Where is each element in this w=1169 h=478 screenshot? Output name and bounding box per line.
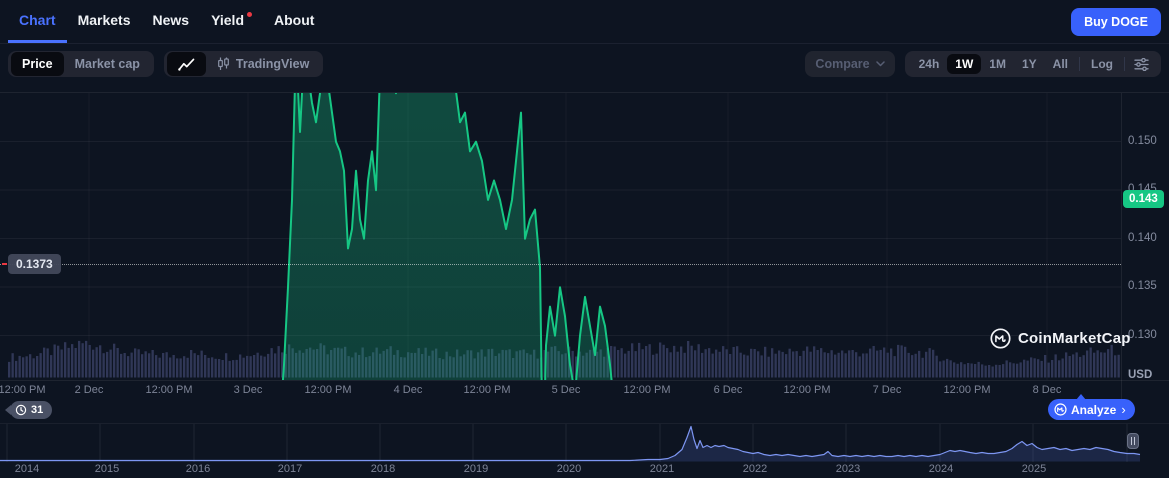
x-axis-separator [0, 380, 1169, 381]
price-chart-plot[interactable] [0, 93, 1121, 380]
range-1w[interactable]: 1W [947, 54, 981, 74]
x-axis-tick-label: 5 Dec [552, 384, 581, 396]
range-all[interactable]: All [1045, 54, 1076, 74]
divider [1124, 57, 1125, 71]
compare-label: Compare [815, 57, 869, 71]
range-1m[interactable]: 1M [981, 54, 1014, 74]
nav-tab-news[interactable]: News [141, 0, 200, 43]
x-axis-tick-label: 12:00 PM [304, 384, 351, 396]
candlestick-icon [217, 57, 230, 71]
tab-price[interactable]: Price [11, 52, 64, 76]
y-axis-tick-label: 0.135 [1128, 280, 1157, 292]
nav-tab-label: Chart [19, 12, 56, 28]
x-axis-tick-label: 12:00 PM [145, 384, 192, 396]
x-axis-tick-label: 3 Dec [234, 384, 263, 396]
nav-tab-label: News [152, 12, 189, 28]
line-chart-type-button[interactable] [167, 52, 206, 76]
divider [1079, 57, 1080, 71]
x-axis-tick-label: 7 Dec [873, 384, 902, 396]
log-scale-button[interactable]: Log [1083, 54, 1121, 74]
x-axis-tick-label: 4 Dec [394, 384, 423, 396]
range-1y[interactable]: 1Y [1014, 54, 1045, 74]
nav-tab-label: Markets [78, 12, 131, 28]
top-nav: Chart Markets News Yield About Buy DOGE [0, 0, 1169, 44]
baseline-dotted-line [0, 264, 1121, 265]
x-axis-tick-label: 2 Dec [75, 384, 104, 396]
coinmarketcap-chart-page: { "nav": { "items": [ {"label":"Chart","… [0, 0, 1169, 478]
x-axis-tick-label: 8 Dec [1033, 384, 1062, 396]
range-24h[interactable]: 24h [911, 54, 948, 74]
timeline-year-label: 2022 [743, 463, 767, 475]
tradingview-label: TradingView [236, 57, 309, 71]
x-axis-tick-label: 12:00 PM [623, 384, 670, 396]
timeline-year-label: 2024 [929, 463, 953, 475]
chevron-right-icon: › [1121, 402, 1125, 417]
nav-tab-about[interactable]: About [263, 0, 325, 43]
new-feature-dot-icon [247, 12, 252, 17]
nav-tabs: Chart Markets News Yield About [8, 0, 325, 43]
x-axis-tick-label: 12:00 PM [943, 384, 990, 396]
timeline-year-label: 2018 [371, 463, 395, 475]
metric-toggle: Price Market cap [8, 51, 154, 77]
baseline-price-label: 0.1373 [8, 254, 61, 274]
timeline-year-label: 2019 [464, 463, 488, 475]
coinmarketcap-logo-icon [990, 328, 1011, 349]
timeline-year-label: 2014 [15, 463, 39, 475]
tab-market-cap[interactable]: Market cap [64, 52, 151, 76]
watermark-text: CoinMarketCap [1018, 330, 1131, 347]
buy-doge-button[interactable]: Buy DOGE [1071, 8, 1161, 36]
timeline-year-label: 2016 [186, 463, 210, 475]
y-axis-tick-label: 0.130 [1128, 329, 1157, 341]
clock-history-icon [15, 404, 27, 416]
plot-top-border [0, 92, 1169, 93]
chart-settings-button[interactable] [1128, 58, 1155, 71]
nav-tab-chart[interactable]: Chart [8, 0, 67, 43]
compare-button[interactable]: Compare [805, 51, 894, 77]
timeline-scrub-handle[interactable] [1127, 433, 1139, 449]
analyze-label: Analyze [1071, 403, 1116, 417]
timeline-year-label: 2020 [557, 463, 581, 475]
watermark: CoinMarketCap [990, 328, 1131, 349]
history-count: 31 [31, 404, 43, 416]
currency-unit-label: USD [1128, 369, 1152, 381]
chart-toolbar: Price Market cap TradingView Compare [8, 51, 1161, 77]
line-chart-icon [178, 58, 195, 71]
range-selector: 24h1W1M1YAll Log [905, 51, 1161, 77]
nav-tab-markets[interactable]: Markets [67, 0, 142, 43]
y-axis-separator [1121, 93, 1122, 399]
timeline-year-label: 2023 [836, 463, 860, 475]
nav-tab-label: Yield [211, 12, 244, 28]
sliders-icon [1134, 58, 1149, 71]
timeline-scrubber[interactable] [0, 424, 1145, 462]
x-axis-tick-label: 12:00 PM [783, 384, 830, 396]
chart-type-toggle: TradingView [164, 51, 323, 77]
x-axis-tick-label: 12:00 PM [0, 384, 46, 396]
x-axis-tick-label: 12:00 PM [463, 384, 510, 396]
chevron-down-icon [876, 61, 885, 67]
history-count-badge[interactable]: 31 [10, 401, 52, 419]
y-axis-tick-label: 0.140 [1128, 232, 1157, 244]
current-price-badge: 0.143 [1123, 190, 1164, 208]
nav-tab-yield[interactable]: Yield [200, 0, 263, 43]
range-options: 24h1W1M1YAll [911, 54, 1076, 74]
tradingview-chart-type-button[interactable]: TradingView [206, 52, 320, 76]
nav-tab-label: About [274, 12, 314, 28]
timeline-year-label: 2017 [278, 463, 302, 475]
baseline-left-marker [2, 263, 7, 265]
timeline-year-label: 2025 [1022, 463, 1046, 475]
toolbar-right: Compare 24h1W1M1YAll Log [805, 51, 1161, 77]
timeline-year-label: 2021 [650, 463, 674, 475]
timeline-year-label: 2015 [95, 463, 119, 475]
analyze-button[interactable]: Analyze › [1048, 399, 1135, 420]
y-axis-tick-label: 0.150 [1128, 135, 1157, 147]
x-axis-tick-label: 6 Dec [714, 384, 743, 396]
coinmarketcap-logo-icon [1054, 403, 1067, 416]
